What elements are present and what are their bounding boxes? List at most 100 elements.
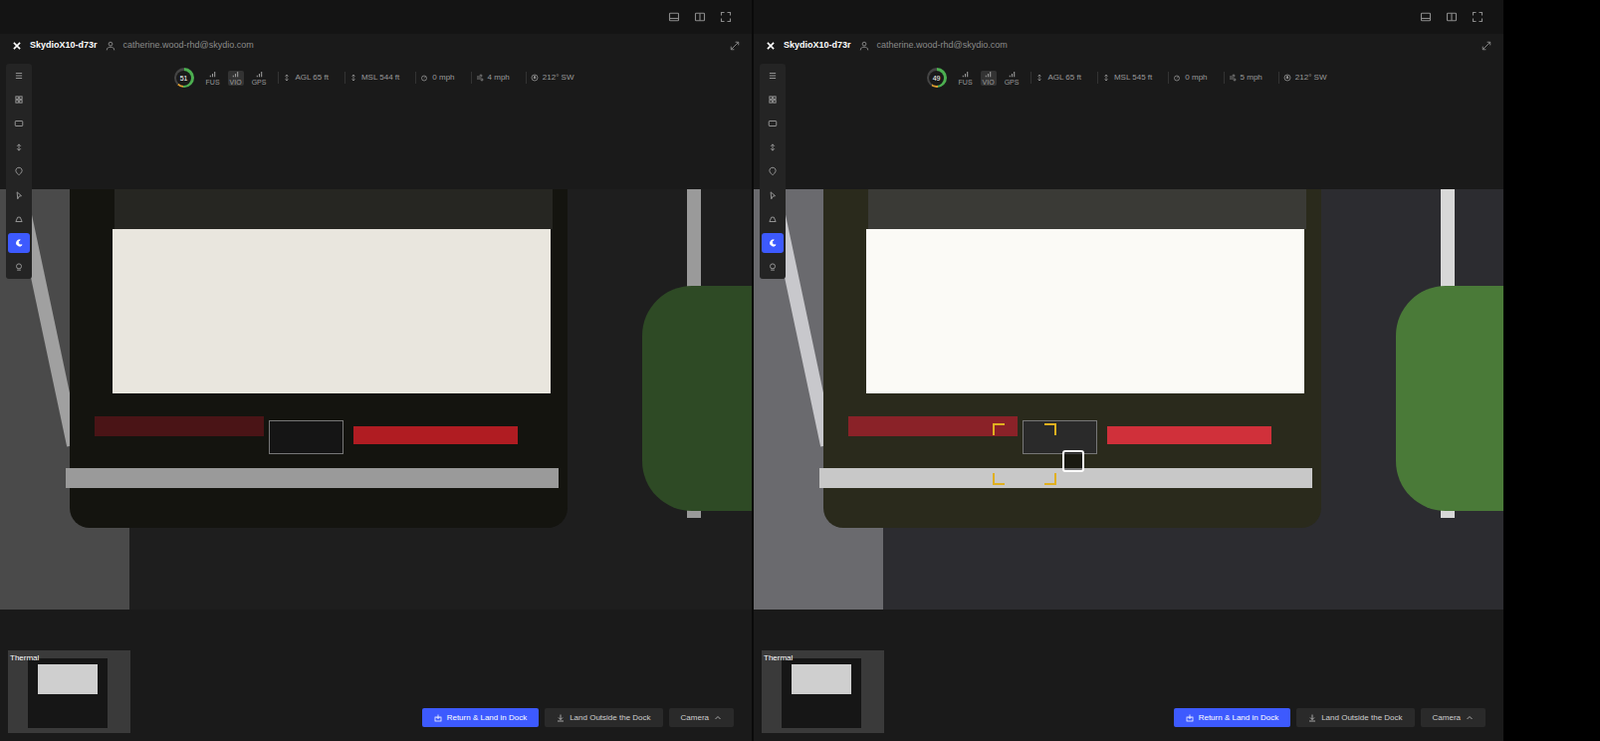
layout-split-icon[interactable] (1443, 10, 1460, 23)
sidebar-item[interactable] (7, 89, 30, 110)
battery-gauge: 49 (926, 67, 947, 88)
telemetry-text: AGL 65 ft (294, 71, 329, 84)
altitude-icon (1035, 73, 1044, 82)
tool-icon (13, 70, 24, 81)
thumbnail-label: Thermal (9, 652, 39, 665)
window-bar (753, 0, 1504, 34)
tool-icon (13, 142, 24, 153)
sidebar-item[interactable] (7, 209, 30, 229)
wind-icon (1228, 73, 1237, 82)
bracket (992, 423, 1005, 436)
telemetry-bar: 51FUSVIOGPSAGL 65 ftMSL 544 ft0 mph4 mph… (0, 57, 752, 98)
battery-inner: 51 (176, 70, 192, 86)
layout-single-icon[interactable] (1419, 10, 1432, 23)
telemetry-item: 5 mph (1223, 71, 1267, 84)
telemetry-text: 0 mph (1184, 71, 1207, 84)
battery-gauge: 51 (174, 67, 195, 88)
dock-icon (1185, 713, 1194, 722)
wind-icon (475, 73, 484, 82)
link-label: FUS (206, 78, 221, 86)
fullscreen-icon[interactable] (719, 10, 732, 23)
sidebar-item[interactable] (761, 161, 784, 182)
action-button[interactable]: Return & Land in Dock (1173, 707, 1292, 727)
expand-icon[interactable] (729, 40, 740, 51)
telemetry-text: 212° SW (542, 71, 575, 84)
taillight (353, 426, 518, 445)
sidebar-item[interactable] (7, 256, 30, 277)
user-email: catherine.wood-rhd@skydio.com (877, 38, 1008, 53)
tool-sidebar (5, 63, 32, 279)
signal-icon (209, 70, 217, 78)
thermal-trunk (791, 664, 852, 694)
tool-icon (13, 166, 24, 177)
sidebar-item[interactable] (761, 209, 784, 229)
altitude-icon (282, 73, 291, 82)
aircraft-name: SkydioX10-d73r (29, 38, 98, 53)
bottom-bar: Thermal Return & Land in DockLand Outside… (0, 609, 752, 741)
thermal-thumbnail[interactable]: Thermal (761, 650, 885, 733)
bracket (1044, 472, 1057, 485)
reticle[interactable] (1062, 450, 1085, 472)
tool-icon (767, 166, 778, 177)
land-icon (556, 713, 565, 722)
signal-icon (961, 70, 969, 78)
tool-icon (767, 190, 778, 201)
sidebar-item[interactable] (761, 256, 784, 277)
layout-single-icon[interactable] (668, 10, 681, 23)
sidebar-item[interactable] (7, 185, 30, 206)
telemetry-bar: 49FUSVIOGPSAGL 65 ftMSL 545 ft0 mph5 mph… (753, 57, 1504, 98)
telemetry-text: MSL 544 ft (361, 71, 400, 84)
tool-icon (767, 94, 778, 105)
spacer (753, 97, 1504, 190)
telemetry-text: MSL 545 ft (1114, 71, 1152, 84)
signal-icon (255, 70, 263, 78)
speed-icon (420, 73, 429, 82)
target-box (992, 423, 1057, 485)
sidebar-item[interactable] (7, 113, 30, 134)
tool-icon (767, 237, 778, 248)
rear-window (114, 189, 553, 229)
fullscreen-icon[interactable] (1471, 10, 1484, 23)
video-feed (0, 189, 752, 610)
bracket (1044, 423, 1057, 436)
sidebar-item[interactable] (761, 65, 784, 86)
sidebar-item[interactable] (7, 137, 30, 158)
license-plate (268, 420, 344, 455)
battery-inner: 49 (928, 70, 944, 86)
sidebar-item[interactable] (761, 89, 784, 110)
action-button[interactable]: Camera (1420, 707, 1486, 727)
tool-sidebar (759, 63, 786, 279)
link-status: FUSVIOGPS (206, 70, 267, 86)
sidebar-item[interactable] (761, 137, 784, 158)
expand-icon[interactable] (1481, 40, 1492, 51)
speed-icon (1172, 73, 1181, 82)
layout-split-icon[interactable] (691, 10, 708, 23)
action-button[interactable]: Camera (669, 707, 734, 727)
tool-icon (767, 261, 778, 272)
sidebar-item[interactable] (7, 161, 30, 182)
link-item: FUS (206, 70, 221, 86)
signal-icon (1008, 70, 1016, 78)
spacer (0, 97, 752, 190)
signal-icon (231, 70, 239, 78)
link-label: FUS (958, 78, 973, 86)
bumper (65, 467, 559, 488)
sidebar-item[interactable] (7, 65, 30, 86)
sidebar-item[interactable] (761, 113, 784, 134)
thermal-thumbnail[interactable]: Thermal (7, 650, 131, 733)
battery-value: 49 (932, 74, 941, 82)
rear-window (868, 189, 1307, 229)
bush (642, 285, 752, 511)
sidebar-item[interactable] (761, 185, 784, 206)
telemetry-text: 0 mph (432, 71, 455, 84)
sidebar-item[interactable] (761, 232, 784, 253)
action-button[interactable]: Land Outside the Dock (1296, 707, 1414, 727)
sidebar-item[interactable] (7, 232, 30, 253)
action-button[interactable]: Return & Land in Dock (422, 707, 540, 727)
video-feed (753, 189, 1504, 610)
action-button[interactable]: Land Outside the Dock (544, 707, 663, 727)
skydio-logo-icon (11, 40, 22, 51)
aircraft-name: SkydioX10-d73r (783, 38, 852, 53)
chevron-up-icon (1465, 713, 1474, 722)
telemetry-item: 0 mph (415, 71, 458, 84)
